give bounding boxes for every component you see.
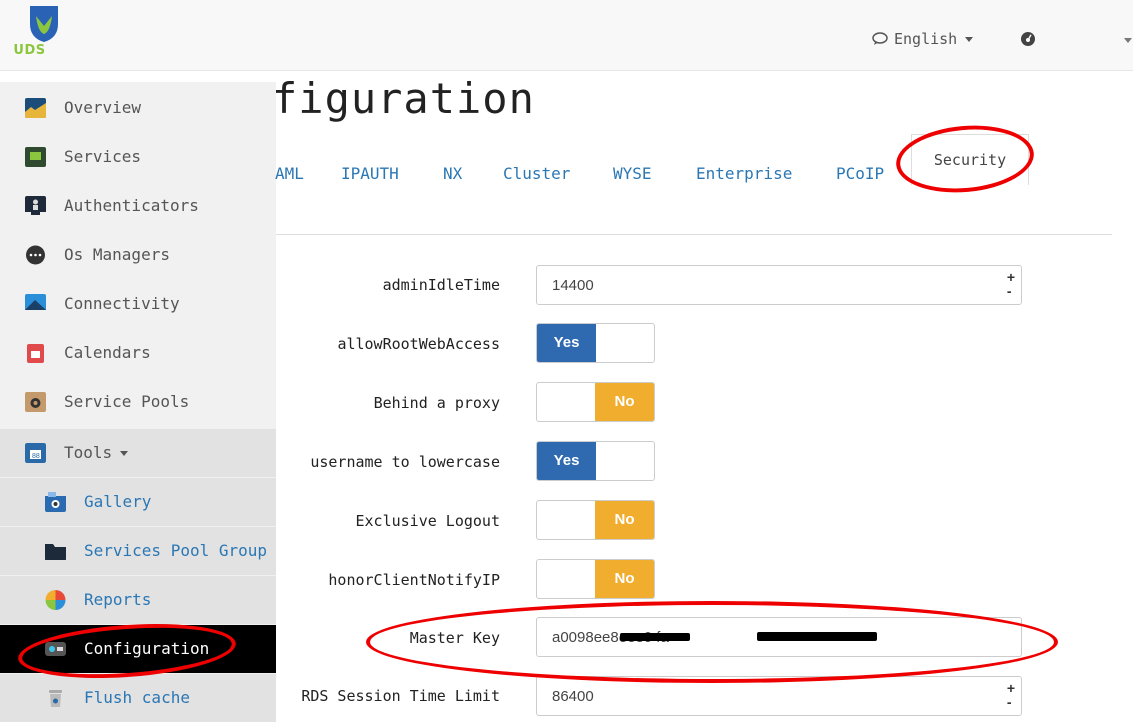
sidebar-item-label: Service Pools — [64, 392, 190, 411]
sidebar-item-label: Configuration — [84, 639, 210, 658]
top-navbar: UDS English — [0, 0, 1133, 71]
sidebar-item-overview[interactable]: Overview — [0, 84, 276, 132]
calendar-icon — [27, 344, 44, 363]
label-username-lowercase: username to lowercase — [310, 453, 500, 471]
sidebar-item-services[interactable]: Services — [0, 133, 276, 181]
tab-saml[interactable]: AML — [275, 152, 304, 183]
rds-session-time-limit-input[interactable]: 86400 + - — [536, 676, 1022, 716]
sidebar-item-tools[interactable]: 88 Tools — [0, 429, 276, 477]
sidebar-item-label: Reports — [84, 590, 152, 609]
sidebar-item-label: Overview — [64, 98, 142, 117]
comment-icon — [872, 32, 888, 45]
tab-enterprise[interactable]: Enterprise — [696, 152, 792, 183]
label-master-key: Master Key — [409, 629, 500, 647]
tab-nx[interactable]: NX — [443, 152, 462, 183]
folder-icon — [45, 544, 66, 560]
chevron-down-icon — [120, 451, 129, 456]
toggle-state: Yes — [537, 324, 596, 362]
label-allow-root-web-access: allowRootWebAccess — [337, 335, 500, 353]
sidebar-item-connectivity[interactable]: Connectivity — [0, 280, 276, 328]
gallery-icon — [45, 492, 66, 512]
sidebar: Overview Services Authenticators Os Mana… — [0, 82, 276, 722]
label-behind-proxy: Behind a proxy — [373, 394, 500, 412]
label-admin-idle-time: adminIdleTime — [382, 276, 500, 294]
sidebar-item-authenticators[interactable]: Authenticators — [0, 182, 276, 230]
sidebar-item-label: Authenticators — [64, 196, 199, 215]
username-lowercase-toggle[interactable]: Yes — [536, 441, 655, 481]
sidebar-item-label: Gallery — [84, 492, 152, 511]
exclusive-logout-toggle[interactable]: No — [536, 500, 655, 540]
logo-text: UDS — [13, 43, 46, 58]
configuration-icon — [45, 642, 66, 656]
reports-icon — [45, 590, 66, 610]
tabs-divider — [276, 234, 1112, 235]
toggle-state: No — [595, 383, 654, 421]
dashboard-icon[interactable] — [1020, 31, 1036, 47]
sidebar-item-label: Services — [64, 147, 142, 166]
admin-idle-time-input[interactable]: 14400 + - — [536, 265, 1022, 305]
sidebar-item-reports[interactable]: Reports — [0, 576, 276, 624]
sidebar-item-label: Connectivity — [64, 294, 180, 313]
chevron-down-icon[interactable] — [1124, 38, 1132, 43]
sidebar-item-configuration[interactable]: Configuration — [0, 625, 276, 673]
tab-pcoip[interactable]: PCoIP — [836, 152, 884, 183]
sidebar-item-label: Flush cache — [84, 688, 190, 707]
toggle-state: No — [595, 501, 654, 539]
label-exclusive-logout: Exclusive Logout — [355, 512, 501, 530]
redaction-mark — [620, 632, 690, 641]
number-spinner[interactable]: + - — [1007, 270, 1015, 298]
sidebar-item-calendars[interactable]: Calendars — [0, 329, 276, 377]
toggle-state: Yes — [537, 442, 596, 480]
tools-icon: 88 — [25, 443, 46, 463]
toggle-state: No — [595, 560, 654, 598]
overview-icon — [25, 98, 46, 118]
sidebar-item-gallery[interactable]: Gallery — [0, 478, 276, 526]
sidebar-item-label: Tools — [64, 443, 129, 462]
input-value: 86400 — [552, 687, 594, 705]
services-icon — [25, 147, 46, 167]
tab-cluster[interactable]: Cluster — [503, 152, 570, 183]
sidebar-item-service-pools[interactable]: Service Pools — [0, 378, 276, 426]
behind-proxy-toggle[interactable]: No — [536, 382, 655, 422]
number-spinner[interactable]: + - — [1007, 681, 1015, 709]
chevron-down-icon — [965, 36, 974, 42]
tab-security[interactable]: Security — [911, 134, 1029, 185]
sidebar-item-flush-cache[interactable]: Flush cache — [0, 674, 276, 722]
label-rds-session-time-limit: RDS Session Time Limit — [301, 687, 500, 705]
decrement-button[interactable]: - — [1007, 694, 1012, 710]
sidebar-item-label: Os Managers — [64, 245, 170, 264]
page-title: figuration — [272, 74, 535, 123]
language-dropdown[interactable]: English — [872, 30, 974, 48]
svg-text:88: 88 — [32, 453, 40, 460]
os-managers-icon — [26, 245, 45, 265]
input-value-wrapper: a0098ee8eee0 fa — [552, 629, 877, 646]
label-honor-client-notify-ip: honorClientNotifyIP — [328, 571, 500, 589]
authenticators-icon — [25, 196, 46, 215]
sidebar-item-services-pool-group[interactable]: Services Pool Group — [0, 527, 276, 575]
sidebar-item-label: Services Pool Group — [84, 541, 268, 560]
honor-client-notify-ip-toggle[interactable]: No — [536, 559, 655, 599]
tab-ipauth[interactable]: IPAUTH — [341, 152, 399, 183]
sidebar-item-label: Calendars — [64, 343, 151, 362]
master-key-input[interactable]: a0098ee8eee0 fa — [536, 617, 1022, 657]
allow-root-web-access-toggle[interactable]: Yes — [536, 323, 655, 363]
service-pools-icon — [25, 392, 46, 412]
language-label: English — [894, 30, 958, 48]
sidebar-item-os-managers[interactable]: Os Managers — [0, 231, 276, 279]
input-value: 14400 — [552, 276, 594, 294]
decrement-button[interactable]: - — [1007, 283, 1012, 299]
tab-wyse[interactable]: WYSE — [613, 152, 652, 183]
trash-icon — [49, 690, 62, 707]
redaction-mark — [757, 631, 877, 641]
connectivity-icon — [25, 294, 46, 310]
